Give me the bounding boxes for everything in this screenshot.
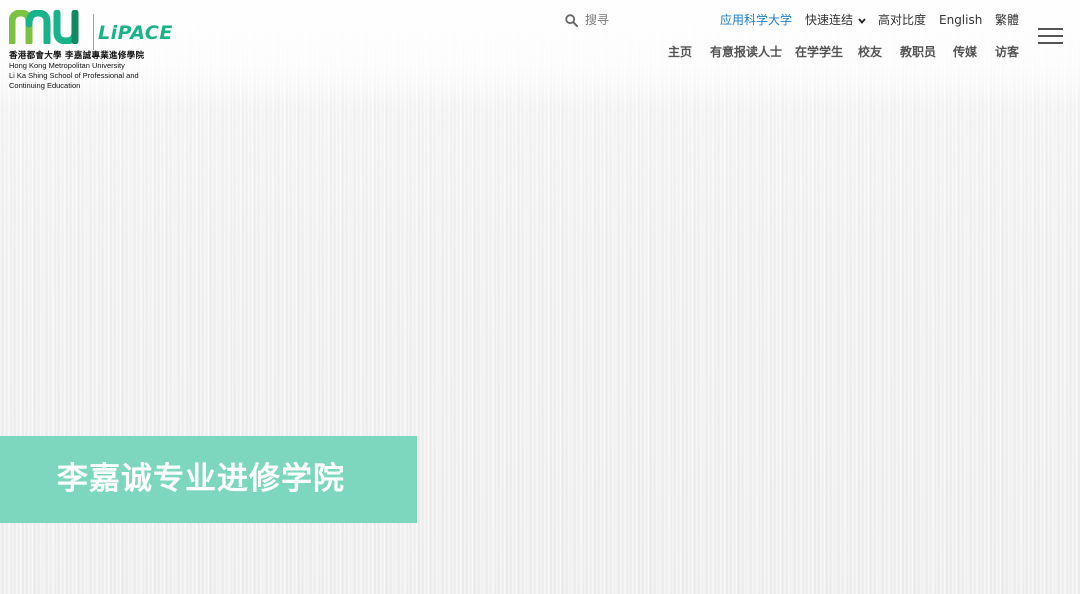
chevron-down-icon bbox=[858, 17, 866, 24]
nav-staff[interactable]: 教职员 bbox=[900, 44, 936, 60]
logo-divider bbox=[93, 14, 94, 50]
applied-sciences-link[interactable]: 应用科学大学 bbox=[720, 12, 792, 28]
high-contrast-link[interactable]: 高对比度 bbox=[878, 12, 926, 28]
nav-home[interactable]: 主页 bbox=[668, 44, 692, 60]
nav-alumni[interactable]: 校友 bbox=[858, 44, 882, 60]
logo-english-line-2: Li Ka Shing School of Professional and bbox=[9, 71, 139, 80]
traditional-chinese-link[interactable]: 繁體 bbox=[995, 12, 1019, 28]
nav-visitors[interactable]: 访客 bbox=[995, 44, 1019, 60]
nav-current-students[interactable]: 在学学生 bbox=[795, 44, 843, 60]
nav-prospective-students[interactable]: 有意报读人士 bbox=[710, 44, 782, 60]
mu-logo-mark-icon bbox=[9, 10, 79, 44]
hamburger-menu-icon[interactable] bbox=[1038, 28, 1063, 44]
site-logo[interactable]: LiPACE 香港都會大學 李嘉誠專業進修學院 Hong Kong Metrop… bbox=[9, 10, 179, 92]
search-box[interactable] bbox=[565, 11, 675, 29]
nav-media[interactable]: 传媒 bbox=[953, 44, 977, 60]
logo-chinese-name: 香港都會大學 李嘉誠專業進修學院 bbox=[9, 51, 145, 61]
hero-title: 李嘉诚专业进修学院 bbox=[57, 461, 345, 497]
quick-links-dropdown[interactable]: 快速连结 bbox=[805, 12, 866, 28]
lipace-wordmark: LiPACE bbox=[98, 22, 173, 44]
logo-english-line-1: Hong Kong Metropolitan University bbox=[9, 61, 125, 70]
logo-english-line-3: Continuing Education bbox=[9, 81, 81, 90]
search-icon[interactable] bbox=[565, 13, 578, 27]
english-language-link[interactable]: English bbox=[939, 12, 982, 28]
search-input[interactable] bbox=[585, 13, 675, 27]
hero-banner: 李嘉诚专业进修学院 bbox=[0, 436, 417, 523]
quick-links-label: 快速连结 bbox=[805, 13, 854, 27]
